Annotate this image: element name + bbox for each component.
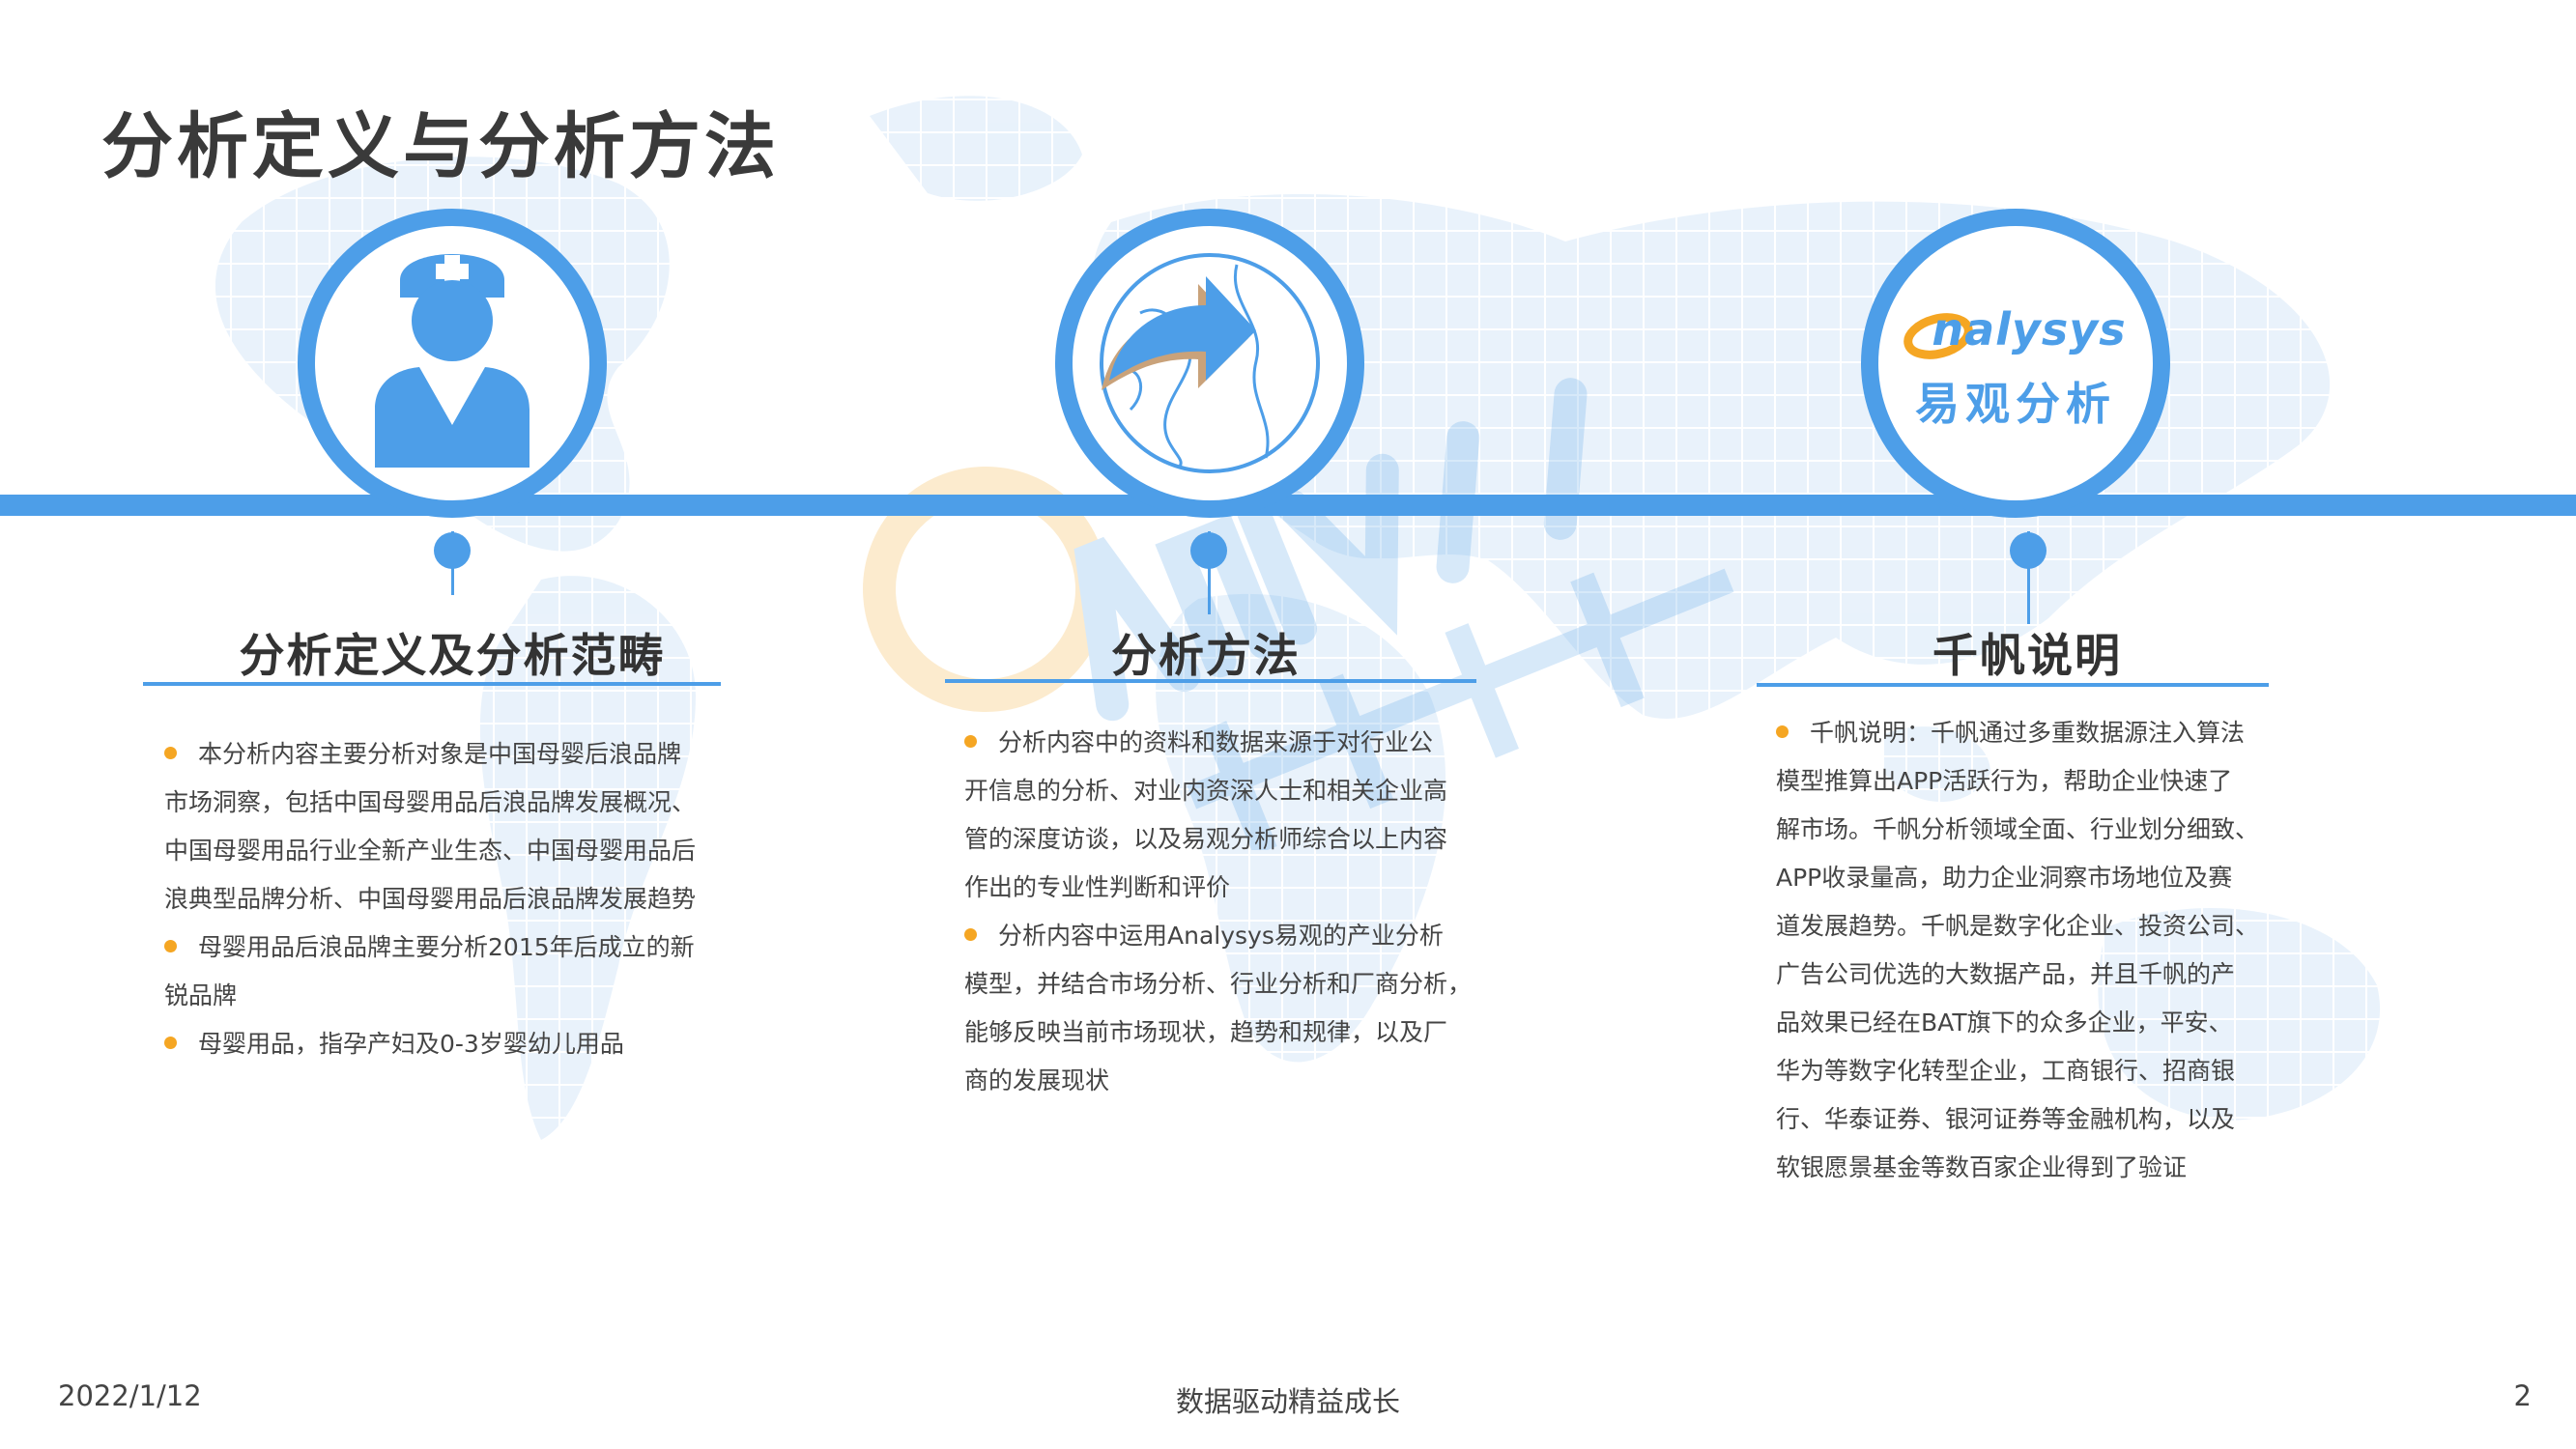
nurse-icon xyxy=(375,254,530,468)
bullet-dot-icon xyxy=(964,734,977,748)
list-item: 千帆说明：千帆通过多重数据源注入算法 模型推算出APP活跃行为，帮助企业快速了 … xyxy=(1776,719,2260,1181)
bullet-dot-icon xyxy=(164,746,177,759)
section-1-body: 本分析内容主要分析对象是中国母婴后浪品牌 市场洞察，包括中国母婴用品后浪品牌发展… xyxy=(164,730,744,1068)
section-3-body: 千帆说明：千帆通过多重数据源注入算法 模型推算出APP活跃行为，帮助企业快速了 … xyxy=(1776,709,2298,1192)
footer-slogan: 数据驱动精益成长 xyxy=(1175,1385,1400,1418)
section-2-icon-circle xyxy=(1055,209,1364,518)
section-1-dot xyxy=(434,532,471,569)
bullet-dot-icon xyxy=(164,939,177,952)
section-2-underline xyxy=(945,679,1476,683)
bullet-dot-icon xyxy=(1776,724,1789,738)
list-item: 分析内容中运用Analysys易观的产业分析 模型，并结合市场分析、行业分析和厂… xyxy=(964,922,1473,1094)
bullet-dot-icon xyxy=(964,927,977,941)
page-number: 2 xyxy=(2513,1379,2532,1412)
globe-arrow-icon xyxy=(1100,253,1320,473)
footer-date: 2022/1/12 xyxy=(58,1379,202,1412)
section-2-title: 分析方法 xyxy=(1111,630,1301,683)
section-3-icon-circle: nalysys 易观分析 xyxy=(1861,209,2170,518)
analysys-logo-icon: nalysys 易观分析 xyxy=(1878,226,2153,500)
logo-text-en: nalysys xyxy=(1932,303,2127,355)
section-2-dot xyxy=(1190,532,1227,569)
page-title: 分析定义与分析方法 xyxy=(101,105,780,188)
section-3-underline xyxy=(1757,683,2269,687)
list-item: 本分析内容主要分析对象是中国母婴后浪品牌 市场洞察，包括中国母婴用品后浪品牌发展… xyxy=(164,740,697,913)
section-1-title: 分析定义及分析范畴 xyxy=(239,630,666,683)
section-3-title: 千帆说明 xyxy=(1932,630,2122,683)
list-item: 母婴用品后浪品牌主要分析2015年后成立的新 锐品牌 xyxy=(164,933,695,1009)
section-1-underline xyxy=(143,682,721,686)
list-item: 分析内容中的资料和数据来源于对行业公 开信息的分析、对业内资深人士和相关企业高 … xyxy=(964,728,1448,901)
list-item: 母婴用品，指孕产妇及0-3岁婴幼儿用品 xyxy=(164,1020,744,1068)
section-3-dot xyxy=(2010,532,2046,569)
section-2-body: 分析内容中的资料和数据来源于对行业公 开信息的分析、对业内资深人士和相关企业高 … xyxy=(964,719,1505,1105)
bullet-dot-icon xyxy=(164,1036,177,1049)
section-1-icon-circle xyxy=(298,209,607,518)
logo-text-cn: 易观分析 xyxy=(1915,378,2116,430)
